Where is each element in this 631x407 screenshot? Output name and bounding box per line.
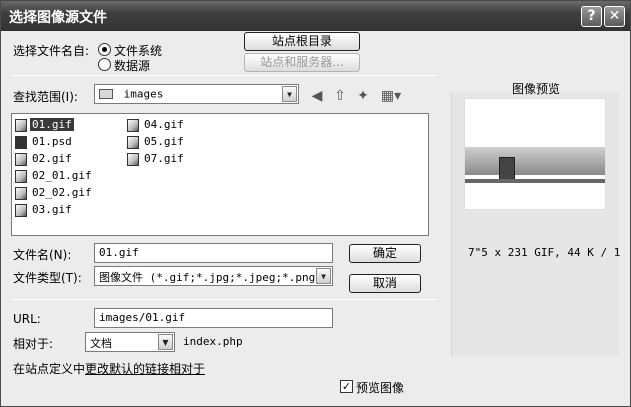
gif-file-icon [15, 203, 27, 217]
help-button[interactable]: ? [581, 6, 602, 27]
ok-button[interactable]: 确定 [349, 244, 421, 263]
change-link-relative-link[interactable]: 更改默认的链接相对于 [85, 362, 205, 376]
url-label: URL: [13, 312, 41, 326]
divider-top [11, 75, 438, 76]
relative-file-name: index.php [183, 335, 243, 348]
url-input[interactable]: images/01.gif [94, 308, 333, 328]
filetype-label: 文件类型(T): [13, 271, 82, 285]
relative-to-value: 文档 [90, 337, 112, 350]
cancel-button[interactable]: 取消 [349, 274, 421, 293]
change-link-text: 在站点定义中更改默认的链接相对于 [13, 360, 205, 377]
filesystem-radio[interactable] [98, 43, 111, 56]
divider-middle [11, 299, 438, 300]
filetype-value: 图像文件 (*.gif;*.jpg;*.jpeg;*.png;* [99, 271, 329, 284]
gif-file-icon [127, 118, 139, 132]
new-folder-icon[interactable]: ✦ [354, 88, 372, 104]
change-link-prefix: 在站点定义中 [13, 362, 86, 376]
list-item[interactable]: 02_02.gif [15, 185, 94, 201]
relative-to-select[interactable]: 文档 ▼ [85, 332, 175, 352]
filetype-select[interactable]: 图像文件 (*.gif;*.jpg;*.jpeg;*.png;* ▼ [94, 266, 333, 286]
site-and-server-button[interactable]: 站点和服务器... [244, 53, 360, 72]
up-folder-icon[interactable]: ⇧ [331, 88, 349, 104]
preview-image [464, 98, 606, 210]
preview-info: 7"5 x 231 GIF, 44 K / 1 [468, 246, 621, 259]
preview-banner-graphic [465, 147, 605, 175]
site-root-button[interactable]: 站点根目录 [244, 32, 360, 51]
filename-label: 文件名(N): [13, 248, 72, 262]
look-in-combobox[interactable]: images ▼ [94, 84, 299, 104]
back-icon[interactable]: ◀ [308, 88, 326, 104]
list-item[interactable]: 01.gif [15, 117, 74, 133]
list-item[interactable]: 01.psd [15, 134, 74, 150]
preview-phone-graphic [499, 157, 515, 181]
close-button[interactable]: ✕ [604, 6, 625, 27]
list-item[interactable]: 02_01.gif [15, 168, 94, 184]
look-in-value: images [123, 87, 164, 101]
gif-file-icon [15, 169, 27, 183]
list-item[interactable]: 05.gif [127, 134, 186, 150]
look-in-label: 查找范围(I): [13, 90, 78, 104]
psd-file-icon [15, 135, 27, 149]
select-from-label: 选择文件名自: [13, 44, 90, 58]
datasource-radio[interactable] [98, 58, 111, 71]
datasource-radio-label[interactable]: 数据源 [114, 57, 150, 74]
gif-file-icon [15, 152, 27, 166]
filename-input[interactable]: 01.gif [94, 243, 333, 263]
gif-file-icon [127, 152, 139, 166]
select-image-source-dialog: 选择图像源文件 ? ✕ 选择文件名自: 文件系统 数据源 站点根目录 站点和服务… [0, 0, 631, 407]
folder-icon [99, 89, 113, 99]
title-bar[interactable]: 选择图像源文件 ? ✕ [1, 1, 630, 31]
chevron-down-icon[interactable]: ▼ [158, 334, 173, 350]
gif-file-icon [127, 135, 139, 149]
list-item[interactable]: 04.gif [127, 117, 186, 133]
preview-nav-bar [465, 179, 605, 183]
list-item[interactable]: 03.gif [15, 202, 74, 218]
chevron-down-icon[interactable]: ▼ [316, 268, 331, 284]
gif-file-icon [15, 118, 27, 132]
relative-to-label: 相对于: [13, 337, 54, 351]
file-list[interactable]: 01.gif 01.psd 02.gif 02_01.gif 02_02.gif… [11, 113, 429, 236]
preview-checkbox-label[interactable]: 预览图像 [356, 379, 404, 396]
preview-checkbox[interactable]: ✓ [340, 380, 353, 393]
view-menu-icon[interactable]: ▦▾ [378, 88, 404, 104]
gif-file-icon [15, 186, 27, 200]
chevron-down-icon[interactable]: ▼ [282, 86, 297, 102]
preview-title: 图像预览 [512, 82, 561, 96]
list-item[interactable]: 02.gif [15, 151, 74, 167]
list-item[interactable]: 07.gif [127, 151, 186, 167]
window-title: 选择图像源文件 [9, 10, 107, 26]
